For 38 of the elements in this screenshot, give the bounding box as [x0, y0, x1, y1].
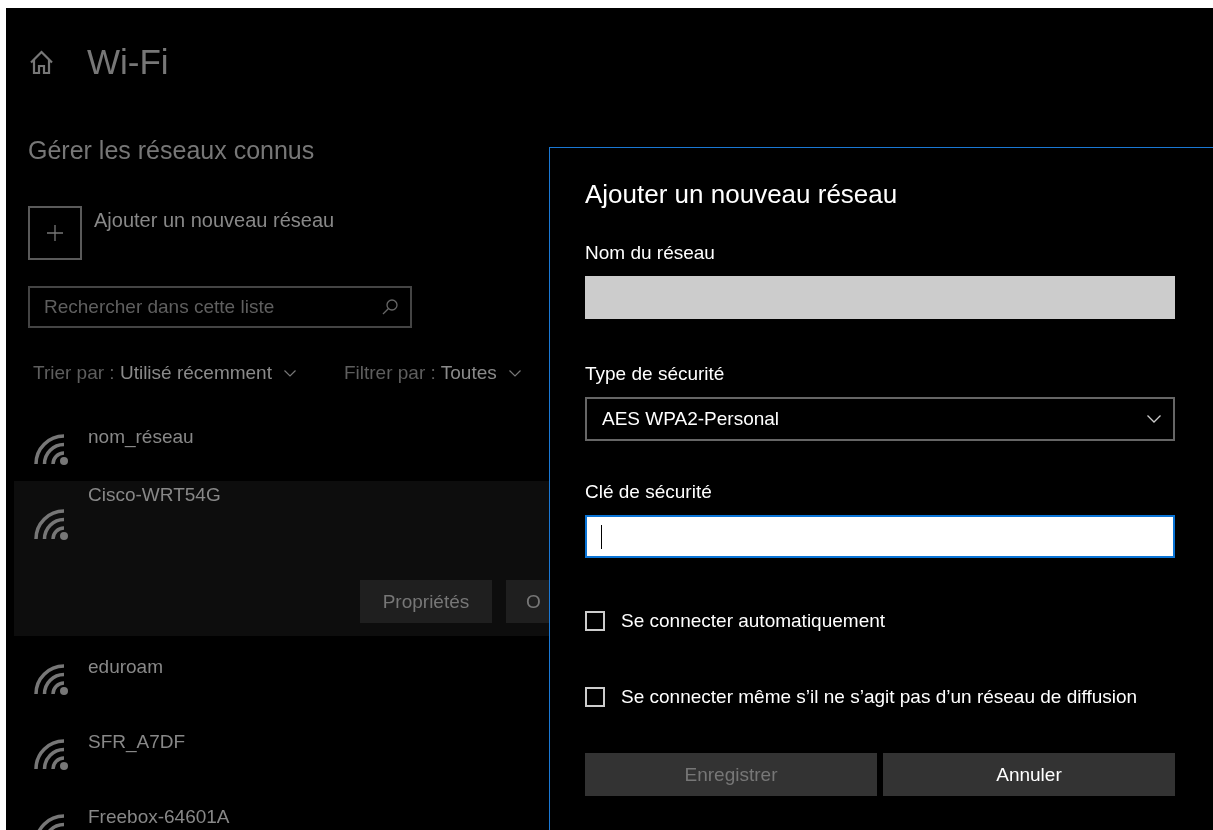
network-name: Freebox-64601A — [88, 806, 230, 828]
network-item[interactable]: eduroam — [14, 636, 549, 711]
security-type-dropdown[interactable]: AES WPA2-Personal — [585, 397, 1175, 441]
add-network-link[interactable]: Ajouter un nouveau réseau — [94, 208, 335, 232]
search-field[interactable]: Rechercher dans cette liste — [28, 286, 412, 328]
checkbox[interactable] — [585, 687, 605, 707]
network-name: SFR_A7DF — [88, 731, 186, 753]
field-label: Type de sécurité — [585, 363, 726, 385]
checkbox-label[interactable]: Se connecter automatiquement — [621, 610, 886, 632]
page-title: Wi-Fi — [87, 41, 169, 83]
network-action-button[interactable]: Propriétés — [360, 580, 492, 623]
network-name: nom_réseau — [88, 426, 194, 448]
field-label: Clé de sécurité — [585, 481, 713, 503]
chevron-down-icon — [508, 369, 521, 377]
search-icon — [382, 299, 398, 315]
sort-dropdown[interactable]: Trier par : Utilisé récemment — [33, 362, 296, 384]
network-name: Cisco-WRT54G — [88, 484, 221, 506]
cancel-button[interactable]: Annuler — [883, 753, 1175, 796]
network-item[interactable]: Cisco-WRT54G Propriétés O — [14, 481, 549, 636]
field-label: Nom du réseau — [585, 242, 716, 264]
add-network-button[interactable] — [28, 206, 82, 260]
network-item[interactable]: Freebox-64601A — [14, 786, 549, 830]
input-field[interactable] — [585, 515, 1175, 558]
network-item[interactable]: nom_réseau — [14, 406, 549, 481]
section-heading: Gérer les réseaux connus — [28, 135, 316, 165]
checkbox-label[interactable]: Se connecter même s’il ne s’agit pas d’un réseau de diffusion — [621, 686, 1138, 708]
plus-icon — [47, 225, 63, 241]
dialog-title: Ajouter un nouveau réseau — [585, 178, 899, 210]
chevron-down-icon — [1147, 415, 1161, 423]
home-icon — [29, 49, 54, 75]
text-cursor — [601, 524, 602, 549]
chevron-down-icon — [283, 369, 296, 377]
network-item[interactable]: SFR_A7DF — [14, 711, 549, 786]
filter-dropdown[interactable]: Filtrer par : Toutes — [343, 362, 521, 384]
checkbox[interactable] — [585, 611, 605, 631]
network-name: eduroam — [88, 656, 163, 678]
input-field[interactable] — [585, 276, 1175, 319]
network-action-button[interactable]: O — [506, 580, 549, 623]
